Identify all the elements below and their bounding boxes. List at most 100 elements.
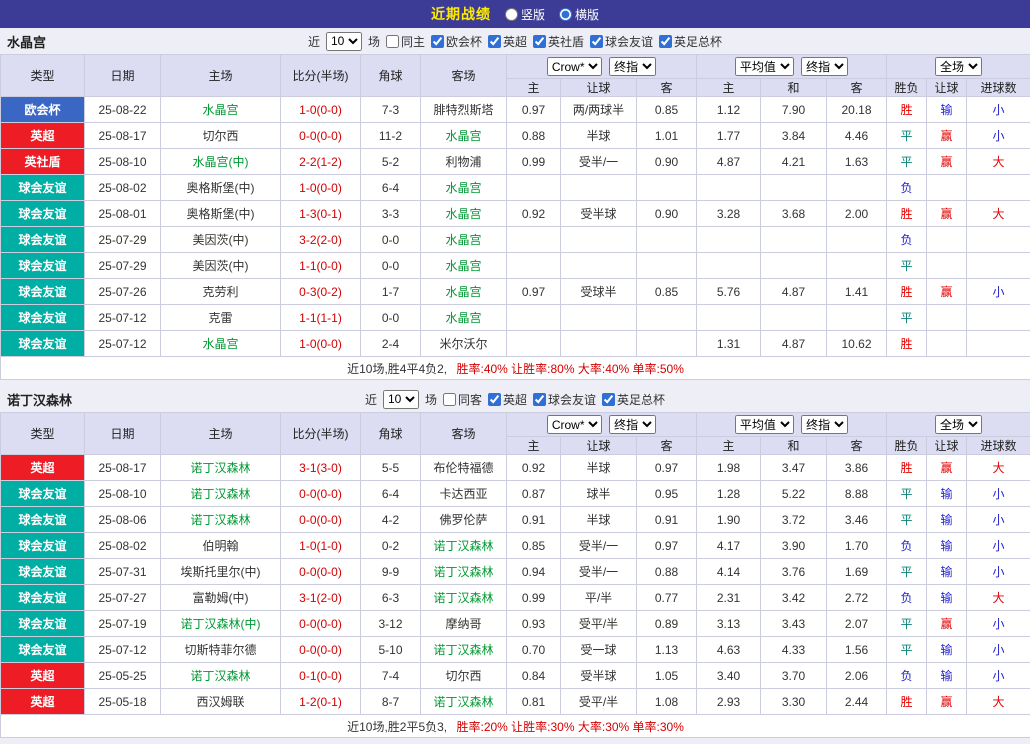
odds-home-cell: 0.97 xyxy=(507,97,561,123)
col-header-ah-line: 让球 xyxy=(561,79,637,97)
layout-vertical-radio[interactable] xyxy=(505,8,518,21)
euro-away-cell: 3.46 xyxy=(827,507,887,533)
layout-vertical-option[interactable]: 竖版 xyxy=(505,6,545,23)
result-cell: 胜 xyxy=(887,455,927,481)
goals-result-cell: 小 xyxy=(967,533,1030,559)
euro-home-cell: 1.28 xyxy=(697,481,761,507)
team-results-section: 诺丁汉森林 近 10 场 同客 英超球会友谊英足总杯 类型 日期 主场 比分(半… xyxy=(0,386,1030,738)
header-group-row: 类型 日期 主场 比分(半场) 角球 客场 Crow* 终指 平均值 终指 全场 xyxy=(1,55,1030,79)
league-badge: 球会友谊 xyxy=(1,175,85,201)
euro-stage-select[interactable]: 终指 xyxy=(801,415,848,434)
handicap-cell xyxy=(561,227,637,253)
team-results-section: 水晶宫 近 10 场 同主 欧会杯英超英社盾球会友谊英足总杯 类型 日期 主场 … xyxy=(0,28,1030,380)
handicap-stage-select[interactable]: 终指 xyxy=(609,57,656,76)
league-badge: 球会友谊 xyxy=(1,481,85,507)
col-header-ah-result: 让球 xyxy=(927,79,967,97)
away-team-cell: 切尔西 xyxy=(421,663,507,689)
euro-home-cell xyxy=(697,227,761,253)
euro-home-cell: 4.63 xyxy=(697,637,761,663)
league-filter-checkbox[interactable] xyxy=(533,35,546,48)
scope-select[interactable]: 全场 xyxy=(935,415,982,434)
topbar: 近期战绩 竖版 横版 xyxy=(0,0,1030,28)
handicap-stage-select[interactable]: 终指 xyxy=(609,415,656,434)
corners-cell: 5-2 xyxy=(361,149,421,175)
corners-cell: 3-12 xyxy=(361,611,421,637)
goals-result-cell: 小 xyxy=(967,559,1030,585)
league-filter[interactable]: 英足总杯 xyxy=(659,33,722,50)
euro-draw-cell: 3.72 xyxy=(761,507,827,533)
odds-home-cell: 0.84 xyxy=(507,663,561,689)
col-header-ah-away: 客 xyxy=(637,437,697,455)
league-filter-checkbox[interactable] xyxy=(488,393,501,406)
away-team-cell: 腓特烈斯塔 xyxy=(421,97,507,123)
handicap-result-cell xyxy=(927,305,967,331)
date-cell: 25-08-17 xyxy=(85,455,161,481)
goals-result-cell: 大 xyxy=(967,201,1030,227)
table-row: 球会友谊25-08-02奥格斯堡(中)1-0(0-0)6-4水晶宫负 xyxy=(1,175,1030,201)
league-filter[interactable]: 球会友谊 xyxy=(533,391,596,408)
odds-home-cell: 0.87 xyxy=(507,481,561,507)
euro-away-cell xyxy=(827,175,887,201)
handicap-result-cell: 赢 xyxy=(927,149,967,175)
col-header-ah-away: 客 xyxy=(637,79,697,97)
col-header-ah-home: 主 xyxy=(507,437,561,455)
average-select[interactable]: 平均值 xyxy=(735,57,794,76)
league-filter-checkbox[interactable] xyxy=(488,35,501,48)
layout-vertical-label: 竖版 xyxy=(521,6,545,23)
odds-home-cell: 0.93 xyxy=(507,611,561,637)
same-venue-checkbox[interactable] xyxy=(443,393,456,406)
date-cell: 25-07-12 xyxy=(85,637,161,663)
home-team-cell: 水晶宫 xyxy=(161,97,281,123)
away-team-cell: 水晶宫 xyxy=(421,279,507,305)
goals-result-cell xyxy=(967,227,1030,253)
header-group-row: 类型 日期 主场 比分(半场) 角球 客场 Crow* 终指 平均值 终指 全场 xyxy=(1,413,1030,437)
league-filter[interactable]: 英超 xyxy=(488,391,527,408)
goals-result-cell: 大 xyxy=(967,455,1030,481)
handicap-odds-group: Crow* 终指 xyxy=(507,413,697,437)
league-filter[interactable]: 欧会杯 xyxy=(431,33,482,50)
handicap-result-cell xyxy=(927,331,967,357)
col-header-ah-result: 让球 xyxy=(927,437,967,455)
euro-draw-cell: 3.84 xyxy=(761,123,827,149)
col-header-euro-home: 主 xyxy=(697,437,761,455)
summary-row: 近10场,胜2平5负3, 胜率:20% 让胜率:30% 大率:30% 单率:30… xyxy=(1,715,1030,738)
league-filter-checkbox[interactable] xyxy=(533,393,546,406)
bookmaker-select[interactable]: Crow* xyxy=(547,415,602,434)
league-filter[interactable]: 英社盾 xyxy=(533,33,584,50)
recent-count-select[interactable]: 10 xyxy=(383,390,419,409)
average-select[interactable]: 平均值 xyxy=(735,415,794,434)
league-filter[interactable]: 球会友谊 xyxy=(590,33,653,50)
same-venue-checkbox[interactable] xyxy=(386,35,399,48)
date-cell: 25-08-22 xyxy=(85,97,161,123)
handicap-cell: 受半球 xyxy=(561,663,637,689)
score-cell: 1-1(0-0) xyxy=(281,253,361,279)
summary-record: 近10场,胜2平5负3, xyxy=(347,720,447,734)
result-cell: 负 xyxy=(887,533,927,559)
recent-count-select[interactable]: 10 xyxy=(326,32,362,51)
handicap-cell: 半球 xyxy=(561,507,637,533)
league-filter-checkbox[interactable] xyxy=(659,35,672,48)
euro-home-cell: 4.17 xyxy=(697,533,761,559)
league-filter-checkbox[interactable] xyxy=(602,393,615,406)
league-filter[interactable]: 英超 xyxy=(488,33,527,50)
date-cell: 25-08-17 xyxy=(85,123,161,149)
away-team-cell: 布伦特福德 xyxy=(421,455,507,481)
bookmaker-select[interactable]: Crow* xyxy=(547,57,602,76)
handicap-cell: 受一球 xyxy=(561,637,637,663)
same-venue-filter[interactable]: 同主 xyxy=(386,33,425,50)
result-cell: 负 xyxy=(887,585,927,611)
layout-horizontal-option[interactable]: 横版 xyxy=(559,6,599,23)
results-body: 欧会杯25-08-22水晶宫1-0(0-0)7-3腓特烈斯塔0.97两/两球半0… xyxy=(1,97,1030,357)
layout-horizontal-radio[interactable] xyxy=(559,8,572,21)
scope-select[interactable]: 全场 xyxy=(935,57,982,76)
league-filter-checkbox[interactable] xyxy=(590,35,603,48)
handicap-cell: 受平/半 xyxy=(561,611,637,637)
table-row: 英超25-05-25诺丁汉森林0-1(0-0)7-4切尔西0.84受半球1.05… xyxy=(1,663,1030,689)
result-cell: 平 xyxy=(887,253,927,279)
section-header: 诺丁汉森林 近 10 场 同客 英超球会友谊英足总杯 xyxy=(0,386,1030,412)
league-filter[interactable]: 英足总杯 xyxy=(602,391,665,408)
league-filter-checkbox[interactable] xyxy=(431,35,444,48)
away-team-cell: 诺丁汉森林 xyxy=(421,533,507,559)
euro-stage-select[interactable]: 终指 xyxy=(801,57,848,76)
same-venue-filter[interactable]: 同客 xyxy=(443,391,482,408)
